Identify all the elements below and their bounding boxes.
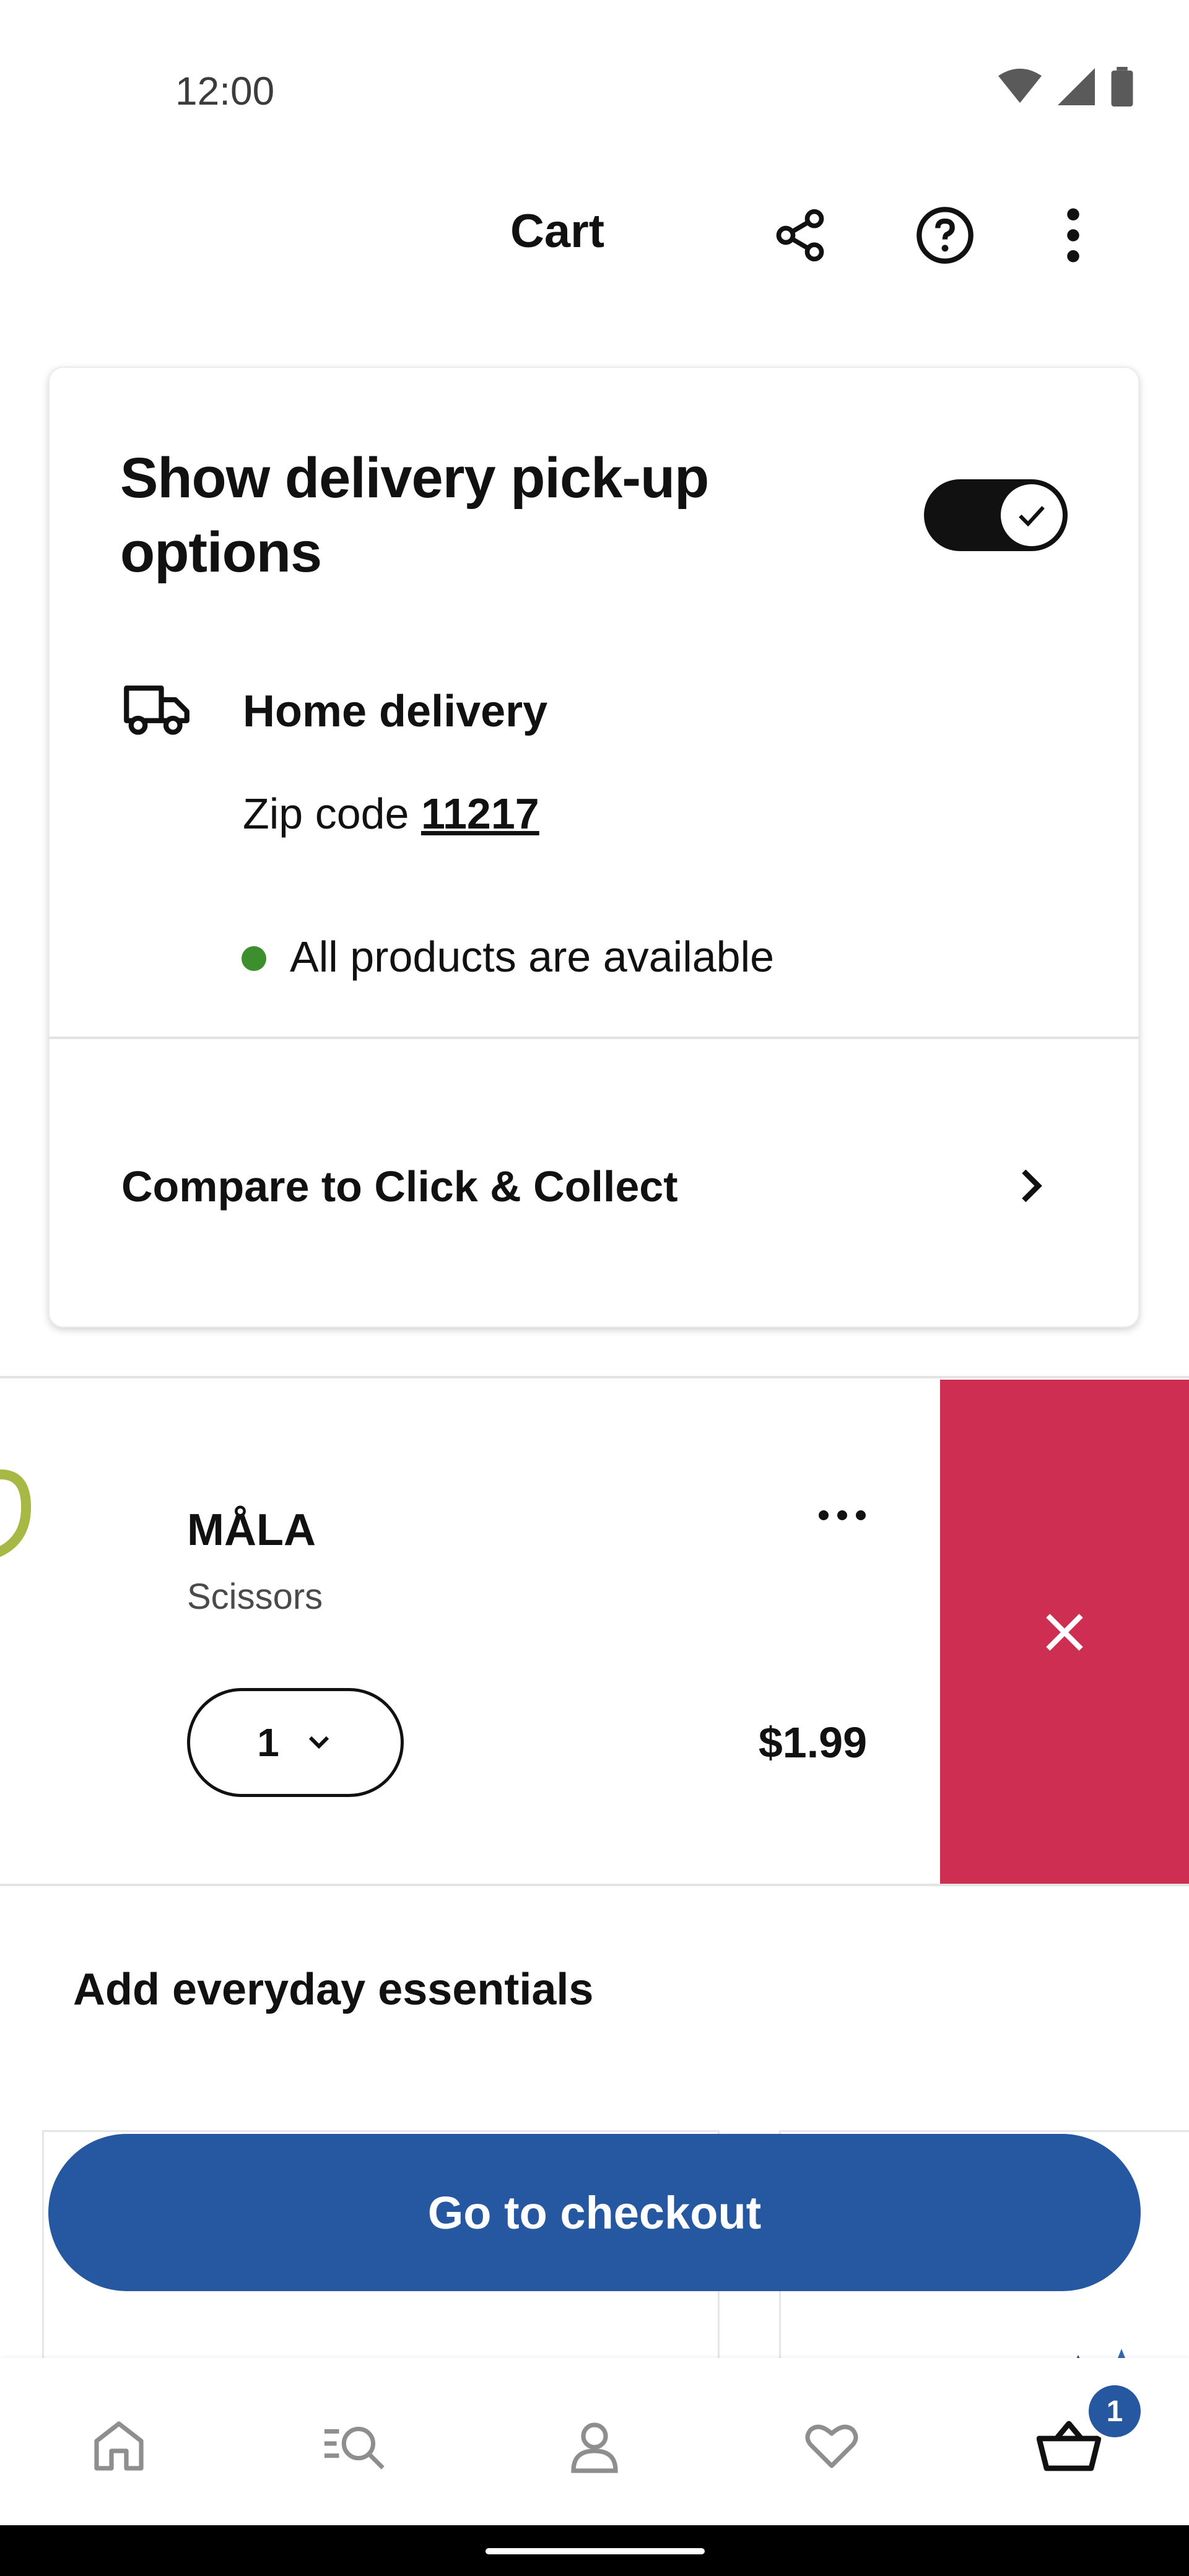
home-icon [94,2421,144,2471]
more-vertical-icon [1067,208,1079,263]
divider [0,1376,1189,1378]
quantity-value: 1 [257,1720,279,1765]
battery-icon [1111,67,1133,107]
card-divider [48,1037,1139,1039]
zip-code-prefix: Zip code [243,790,409,838]
compare-click-collect-link[interactable]: Compare to Click & Collect [121,1162,678,1211]
chevron-down-icon [308,1736,329,1749]
essentials-heading: Add everyday essentials [73,1965,594,2014]
nav-profile[interactable] [551,2403,638,2489]
availability-status-dot [242,946,266,971]
share-button[interactable] [766,198,834,272]
nav-search[interactable] [313,2403,399,2489]
zip-code-line: Zip code 11217 [243,789,539,838]
chevron-right-icon[interactable] [1009,1164,1053,1211]
help-icon [917,207,973,264]
delivery-options-toggle[interactable] [924,479,1068,551]
nav-home[interactable] [76,2403,162,2489]
more-horizontal-icon [819,1510,866,1520]
product-price: $1.99 [758,1718,867,1767]
checkmark-icon [1019,506,1045,527]
more-options-button[interactable] [1039,198,1107,272]
product-image[interactable] [0,1468,37,1564]
checkout-button[interactable]: Go to checkout [48,2134,1141,2291]
close-icon [1046,1614,1083,1651]
profile-icon [571,2422,618,2473]
delivery-truck-icon [121,681,192,740]
help-button[interactable] [911,198,979,272]
toggle-knob [1001,484,1063,546]
divider [0,1884,1189,1886]
delete-item-button[interactable] [940,1380,1189,1885]
quantity-selector[interactable]: 1 [187,1688,404,1797]
product-description: Scissors [187,1577,323,1617]
share-icon [776,209,824,262]
status-time: 12:00 [175,69,275,113]
heart-icon [805,2424,858,2468]
wifi-icon [998,68,1042,103]
home-delivery-label: Home delivery [243,687,548,736]
zip-code-link[interactable]: 11217 [421,790,539,838]
nav-favorites[interactable] [788,2403,875,2489]
cart-count-badge: 1 [1085,2382,1144,2441]
delivery-options-title: Show delivery pick-up options [120,446,709,584]
status-icons [998,67,1133,107]
availability-text: All products are available [290,933,775,981]
product-name[interactable]: MÅLA [187,1505,316,1556]
signal-icon [1058,68,1095,105]
search-icon [324,2426,385,2469]
item-more-button[interactable] [817,1506,867,1528]
home-gesture-handle[interactable] [486,2548,705,2554]
